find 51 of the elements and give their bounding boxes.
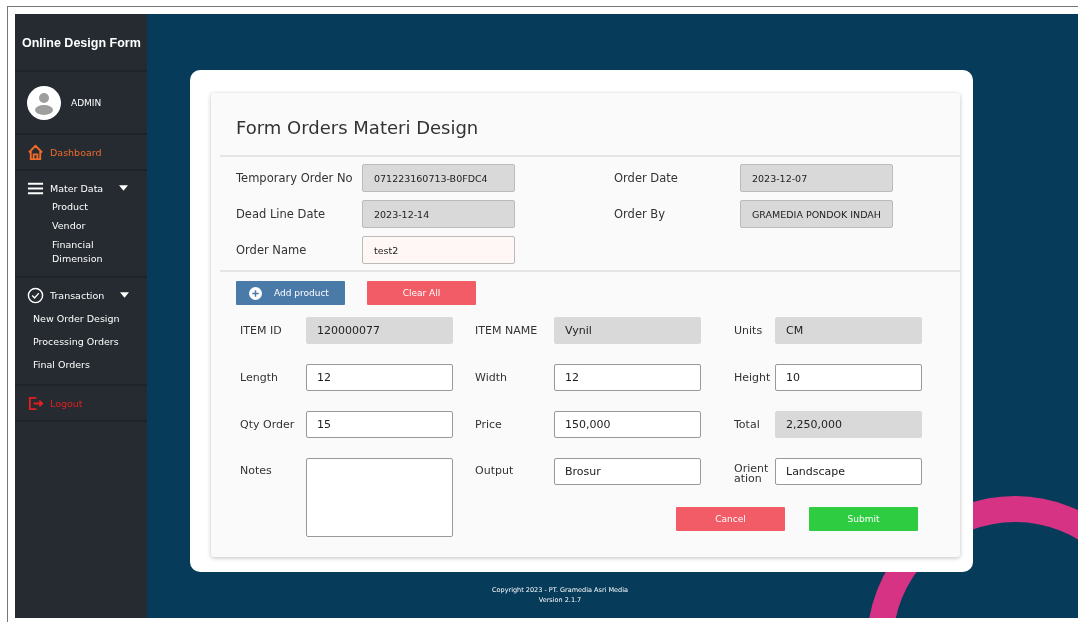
logout-icon bbox=[27, 394, 44, 412]
input-field[interactable]: 12 bbox=[554, 364, 701, 391]
field-label: Height bbox=[734, 371, 772, 384]
sidebar-subitem[interactable]: Financial Dimension bbox=[15, 236, 147, 269]
input-field[interactable]: test2 bbox=[362, 236, 515, 264]
field-label: Notes bbox=[240, 463, 273, 477]
sidebar-group[interactable]: Transaction bbox=[15, 285, 147, 305]
check-circle-icon bbox=[27, 286, 44, 304]
field-label: Orient ation bbox=[734, 461, 770, 484]
sidebar-subitem[interactable]: Processing Orders bbox=[15, 331, 147, 354]
input-field: Vynil bbox=[554, 317, 701, 344]
plus-circle-icon bbox=[249, 286, 262, 300]
notes-field[interactable] bbox=[306, 458, 453, 537]
field-label: Temporary Order No bbox=[236, 171, 354, 185]
input-field[interactable]: Brosur bbox=[554, 458, 701, 485]
sidebar-subitem[interactable]: Product bbox=[15, 198, 147, 217]
home-icon bbox=[27, 143, 44, 161]
field-label: Order By bbox=[614, 207, 667, 221]
field-label: Price bbox=[475, 418, 503, 431]
field-label: Dead Line Date bbox=[236, 207, 327, 221]
field-label: ITEM ID bbox=[240, 324, 283, 337]
field-label: Qty Order bbox=[240, 418, 296, 431]
input-field[interactable]: 12 bbox=[306, 364, 453, 391]
add-product-button[interactable]: Add product bbox=[236, 281, 345, 305]
input-field: 120000077 bbox=[306, 317, 453, 344]
field-label: Order Name bbox=[236, 243, 308, 257]
input-field: GRAMEDIA PONDOK INDAH bbox=[740, 200, 893, 228]
input-field: 2,250,000 bbox=[775, 411, 922, 438]
sidebar-subitem[interactable]: Final Orders bbox=[15, 354, 147, 377]
field-label: Length bbox=[240, 371, 279, 384]
field-label: Width bbox=[475, 371, 508, 384]
input-field[interactable]: Landscape bbox=[775, 458, 922, 485]
field-label: Order Date bbox=[614, 171, 679, 185]
sidebar-subitem[interactable]: Vendor bbox=[15, 217, 147, 236]
user-name: ADMIN bbox=[71, 98, 102, 108]
field-label: Output bbox=[475, 463, 515, 477]
input-field[interactable]: 150,000 bbox=[554, 411, 701, 438]
input-field: 071223160713-B0FDC4 bbox=[362, 164, 515, 192]
field-label: Total bbox=[734, 418, 761, 431]
input-field[interactable]: 10 bbox=[775, 364, 922, 391]
sidebar-subitem[interactable]: New Order Design bbox=[15, 308, 147, 331]
field-label: ITEM NAME bbox=[475, 324, 539, 337]
field-label: Units bbox=[734, 324, 764, 337]
sidebar-group[interactable]: Mater Data bbox=[15, 178, 147, 198]
input-field: 2023-12-14 bbox=[362, 200, 515, 228]
input-field[interactable]: 15 bbox=[306, 411, 453, 438]
input-field: CM bbox=[775, 317, 922, 344]
avatar-icon bbox=[27, 86, 61, 120]
input-field: 2023-12-07 bbox=[740, 164, 893, 192]
sidebar-item[interactable]: Dashboard bbox=[15, 142, 147, 162]
form-title: Form Orders Materi Design bbox=[235, 116, 480, 140]
